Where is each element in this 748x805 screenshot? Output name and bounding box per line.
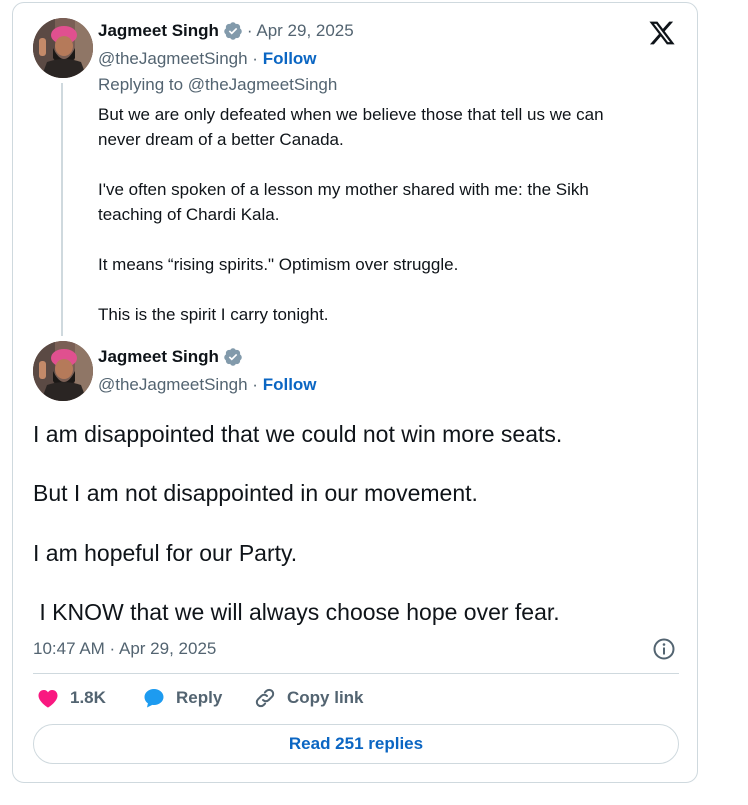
main-tweet-line: I KNOW that we will always choose hope o… — [33, 599, 560, 625]
tweet-line: teaching of Chardi Kala. — [98, 205, 280, 224]
parent-tweet-text: But we are only defeated when we believe… — [98, 102, 678, 327]
like-action[interactable]: 1.8K — [36, 686, 106, 710]
read-replies-button[interactable]: Read 251 replies — [33, 724, 679, 764]
reply-action[interactable]: Reply — [142, 686, 222, 710]
tweet-line: I've often spoken of a lesson my mother … — [98, 180, 589, 199]
link-icon — [253, 686, 277, 710]
author-name[interactable]: Jagmeet Singh — [98, 21, 219, 41]
author-handle[interactable]: @theJagmeetSingh · — [98, 375, 258, 394]
parent-author-row: Jagmeet Singh · Apr 29, 2025 — [98, 21, 354, 41]
parent-handle-row: @theJagmeetSingh · Follow — [98, 49, 317, 69]
thread-connector-line — [61, 83, 63, 336]
action-divider — [33, 673, 679, 674]
tweet-line: But we are only defeated when we believe… — [98, 105, 604, 124]
tweet-line: never dream of a better Canada. — [98, 130, 344, 149]
author-handle[interactable]: @theJagmeetSingh · — [98, 49, 258, 68]
replying-to-label[interactable]: Replying to @theJagmeetSingh — [98, 75, 337, 95]
copy-link-label: Copy link — [287, 688, 364, 707]
copy-link-action[interactable]: Copy link — [253, 686, 364, 710]
tweet-line: It means “rising spirits." Optimism over… — [98, 255, 459, 274]
main-tweet-line: I am hopeful for our Party. — [33, 540, 298, 566]
main-author-row: Jagmeet Singh — [98, 347, 243, 367]
info-icon[interactable] — [652, 637, 676, 661]
main-tweet-line: I am disappointed that we could not win … — [33, 421, 563, 447]
tweet-line: This is the spirit I carry tonight. — [98, 305, 329, 324]
author-name[interactable]: Jagmeet Singh — [98, 347, 219, 367]
x-logo-icon[interactable] — [648, 19, 676, 47]
tweet-date[interactable]: · Apr 29, 2025 — [247, 21, 354, 41]
follow-button[interactable]: Follow — [263, 49, 317, 68]
main-tweet-line: But I am not disappointed in our movemen… — [33, 480, 478, 506]
avatar[interactable] — [33, 18, 93, 78]
heart-icon — [36, 686, 60, 710]
verified-badge-icon — [223, 21, 243, 41]
tweet-timestamp[interactable]: 10:47 AM · Apr 29, 2025 — [33, 639, 216, 659]
main-handle-row: @theJagmeetSingh · Follow — [98, 375, 317, 395]
verified-badge-icon — [223, 347, 243, 367]
follow-button[interactable]: Follow — [263, 375, 317, 394]
speech-bubble-icon — [142, 686, 166, 710]
like-count: 1.8K — [70, 688, 106, 707]
avatar[interactable] — [33, 341, 93, 401]
reply-label: Reply — [176, 688, 223, 707]
